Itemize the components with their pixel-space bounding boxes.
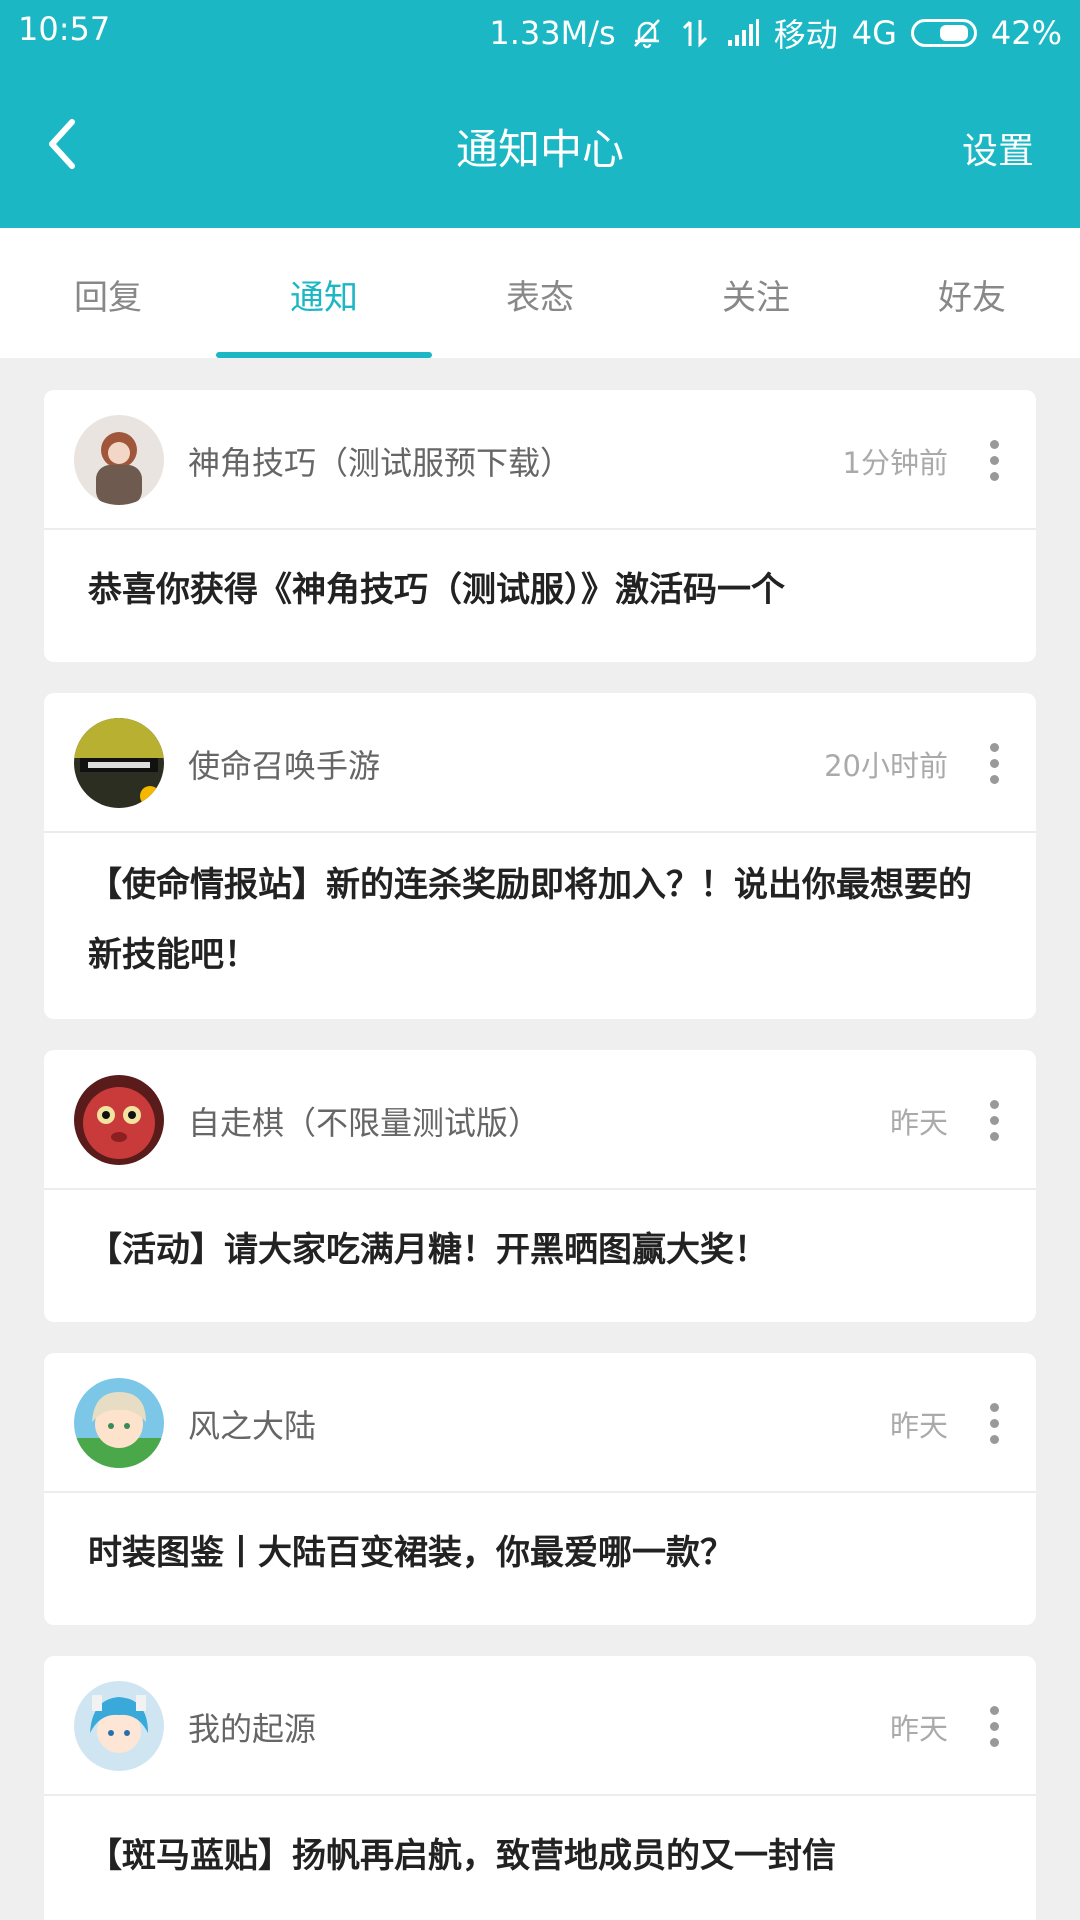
settings-button[interactable]: 设置: [962, 122, 1034, 174]
carrier-label: 移动: [773, 16, 838, 54]
tab-reactions[interactable]: 表态: [432, 270, 648, 319]
notification-time: 1分钟前: [842, 446, 948, 480]
status-time: 10:57: [18, 10, 111, 48]
status-right: 1.33M/s 移动 4G 42%: [489, 10, 1062, 56]
more-options-icon[interactable]: [990, 743, 1000, 785]
tab-bar: 回复 通知 表态 关注 好友: [0, 228, 1080, 358]
nav-bar: 通知中心 设置: [0, 64, 1080, 228]
avatar[interactable]: [74, 1378, 164, 1468]
avatar[interactable]: [74, 1681, 164, 1771]
notification-message: 恭喜你获得《神角技巧（测试服）》激活码一个: [88, 570, 785, 610]
notification-message: 【使命情报站】新的连杀奖励即将加入？！说出你最想要的新技能吧！: [88, 865, 972, 975]
sender-name: 神角技巧（测试服预下载）: [188, 444, 573, 482]
card-header: 使命召唤手游 20小时前: [44, 693, 1036, 833]
card-header: 我的起源 昨天: [44, 1656, 1036, 1796]
tab-replies[interactable]: 回复: [0, 270, 216, 319]
notification-message: 【斑马蓝贴】扬帆再启航，致营地成员的又一封信: [88, 1836, 836, 1876]
status-bar: 10:57 1.33M/s 移动 4G 42%: [0, 0, 1080, 64]
notification-card[interactable]: 使命召唤手游 20小时前 【使命情报站】新的连杀奖励即将加入？！说出你最想要的新…: [44, 693, 1036, 1019]
more-options-icon[interactable]: [990, 1706, 1000, 1748]
card-header: 神角技巧（测试服预下载） 1分钟前: [44, 390, 1036, 530]
notification-time: 20小时前: [824, 749, 948, 783]
app-header: 10:57 1.33M/s 移动 4G 42% 通知中心 设置: [0, 0, 1080, 228]
mute-bell-icon: [630, 16, 664, 50]
card-header: 自走棋（不限量测试版） 昨天: [44, 1050, 1036, 1190]
notification-card[interactable]: 自走棋（不限量测试版） 昨天 【活动】请大家吃满月糖！开黑晒图赢大奖！: [44, 1050, 1036, 1322]
battery-icon: [910, 19, 977, 47]
avatar[interactable]: [74, 718, 164, 808]
signal-icon: [726, 16, 760, 50]
sender-name: 我的起源: [188, 1710, 317, 1748]
data-transfer-icon: [678, 16, 712, 50]
card-header: 风之大陆 昨天: [44, 1353, 1036, 1493]
active-tab-indicator: [216, 352, 432, 358]
notification-card[interactable]: 风之大陆 昨天 时装图鉴丨大陆百变裙装，你最爱哪一款？: [44, 1353, 1036, 1625]
tab-friends[interactable]: 好友: [864, 270, 1080, 319]
sender-name: 自走棋（不限量测试版）: [188, 1104, 541, 1142]
notification-time: 昨天: [889, 1409, 948, 1443]
network-speed: 1.33M/s: [489, 14, 616, 52]
notification-message: 时装图鉴丨大陆百变裙装，你最爱哪一款？: [88, 1533, 734, 1573]
battery-percent: 42%: [990, 14, 1062, 52]
tab-follows[interactable]: 关注: [648, 270, 864, 319]
page-title: 通知中心: [455, 125, 624, 174]
sender-name: 使命召唤手游: [188, 747, 381, 785]
more-options-icon[interactable]: [990, 1403, 1000, 1445]
notification-time: 昨天: [889, 1106, 948, 1140]
notification-card[interactable]: 我的起源 昨天 【斑马蓝贴】扬帆再启航，致营地成员的又一封信: [44, 1656, 1036, 1920]
notification-time: 昨天: [889, 1712, 948, 1746]
tab-notifications[interactable]: 通知: [216, 270, 432, 319]
network-type: 4G: [851, 14, 897, 52]
more-options-icon[interactable]: [990, 440, 1000, 482]
avatar[interactable]: [74, 1075, 164, 1165]
sender-name: 风之大陆: [188, 1407, 317, 1445]
notification-card[interactable]: 神角技巧（测试服预下载） 1分钟前 恭喜你获得《神角技巧（测试服）》激活码一个: [44, 390, 1036, 662]
more-options-icon[interactable]: [990, 1100, 1000, 1142]
notification-message: 【活动】请大家吃满月糖！开黑晒图赢大奖！: [88, 1230, 768, 1270]
avatar[interactable]: [74, 415, 164, 505]
